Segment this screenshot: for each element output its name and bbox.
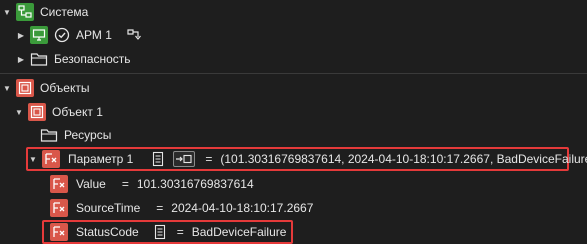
equals-sign: = — [156, 201, 164, 215]
equals-sign: = — [205, 152, 213, 166]
sourcetime-field: 2024-04-10-18:10:17.2667 — [171, 201, 314, 215]
equals-sign: = — [176, 225, 184, 239]
expanded-arrow-icon[interactable]: ▼ — [2, 7, 12, 17]
list-icon[interactable] — [149, 150, 167, 168]
tree-node-label: Ресурсы — [64, 128, 112, 142]
tree-node-value[interactable]: Value = 101.30316769837614 — [50, 172, 254, 196]
tree-node-label: Система — [40, 5, 89, 19]
collapsed-arrow-icon[interactable]: ▶ — [16, 54, 26, 64]
check-circle-icon — [54, 27, 70, 43]
link-action-icon[interactable] — [126, 26, 144, 44]
parameter-icon — [50, 175, 68, 193]
objects-icon — [16, 79, 34, 97]
tree-node-sourcetime[interactable]: SourceTime = 2024-04-10-18:10:17.2667 — [50, 196, 313, 220]
tree-node-parameter[interactable]: ▼ Параметр 1 = (101.30316769837614, 2024… — [28, 147, 587, 171]
system-icon — [16, 3, 34, 21]
tree-node-security[interactable]: ▶ Безопасность — [16, 47, 131, 71]
tree-node-label: SourceTime — [76, 201, 141, 215]
tree-node-resources[interactable]: Ресурсы — [40, 123, 111, 147]
workstation-icon — [30, 26, 48, 44]
tree-node-arm[interactable]: ▶ АРМ 1 — [16, 23, 144, 47]
tree-node-label: Value — [76, 177, 106, 191]
tree-node-objects[interactable]: ▼ Объекты — [2, 76, 90, 100]
tree-node-statuscode[interactable]: StatusCode = BadDeviceFailure — [50, 220, 286, 244]
tree-node-label: Параметр 1 — [68, 152, 134, 166]
equals-sign: = — [121, 177, 129, 191]
parameter-icon — [50, 223, 68, 241]
parameter-value: (101.30316769837614, 2024-04-10-18:10:17… — [220, 152, 587, 166]
write-value-icon[interactable] — [173, 151, 196, 167]
statuscode-field: BadDeviceFailure — [191, 225, 287, 239]
tree-node-label: Безопасность — [54, 52, 131, 66]
expanded-arrow-icon[interactable]: ▼ — [2, 83, 12, 93]
value-field: 101.30316769837614 — [136, 177, 254, 191]
tree-node-label: АРМ 1 — [76, 28, 112, 42]
tree-node-label: Объект 1 — [52, 105, 103, 119]
object-tree: ▼ Система ▶ АРМ 1 ▶ Безопасность ▼ Объек… — [0, 0, 587, 244]
tree-node-label: StatusCode — [76, 225, 139, 239]
collapsed-arrow-icon[interactable]: ▶ — [16, 30, 26, 40]
expanded-arrow-icon[interactable]: ▼ — [14, 107, 24, 117]
list-icon[interactable] — [151, 223, 169, 241]
object-icon — [28, 103, 46, 121]
folder-icon — [30, 50, 48, 68]
section-divider — [0, 73, 587, 74]
tree-node-label: Объекты — [40, 81, 90, 95]
parameter-icon — [50, 199, 68, 217]
tree-node-system[interactable]: ▼ Система — [2, 0, 88, 24]
expanded-arrow-icon[interactable]: ▼ — [28, 154, 38, 164]
folder-icon — [40, 126, 58, 144]
tree-node-object1[interactable]: ▼ Объект 1 — [14, 100, 103, 124]
parameter-icon — [42, 150, 60, 168]
